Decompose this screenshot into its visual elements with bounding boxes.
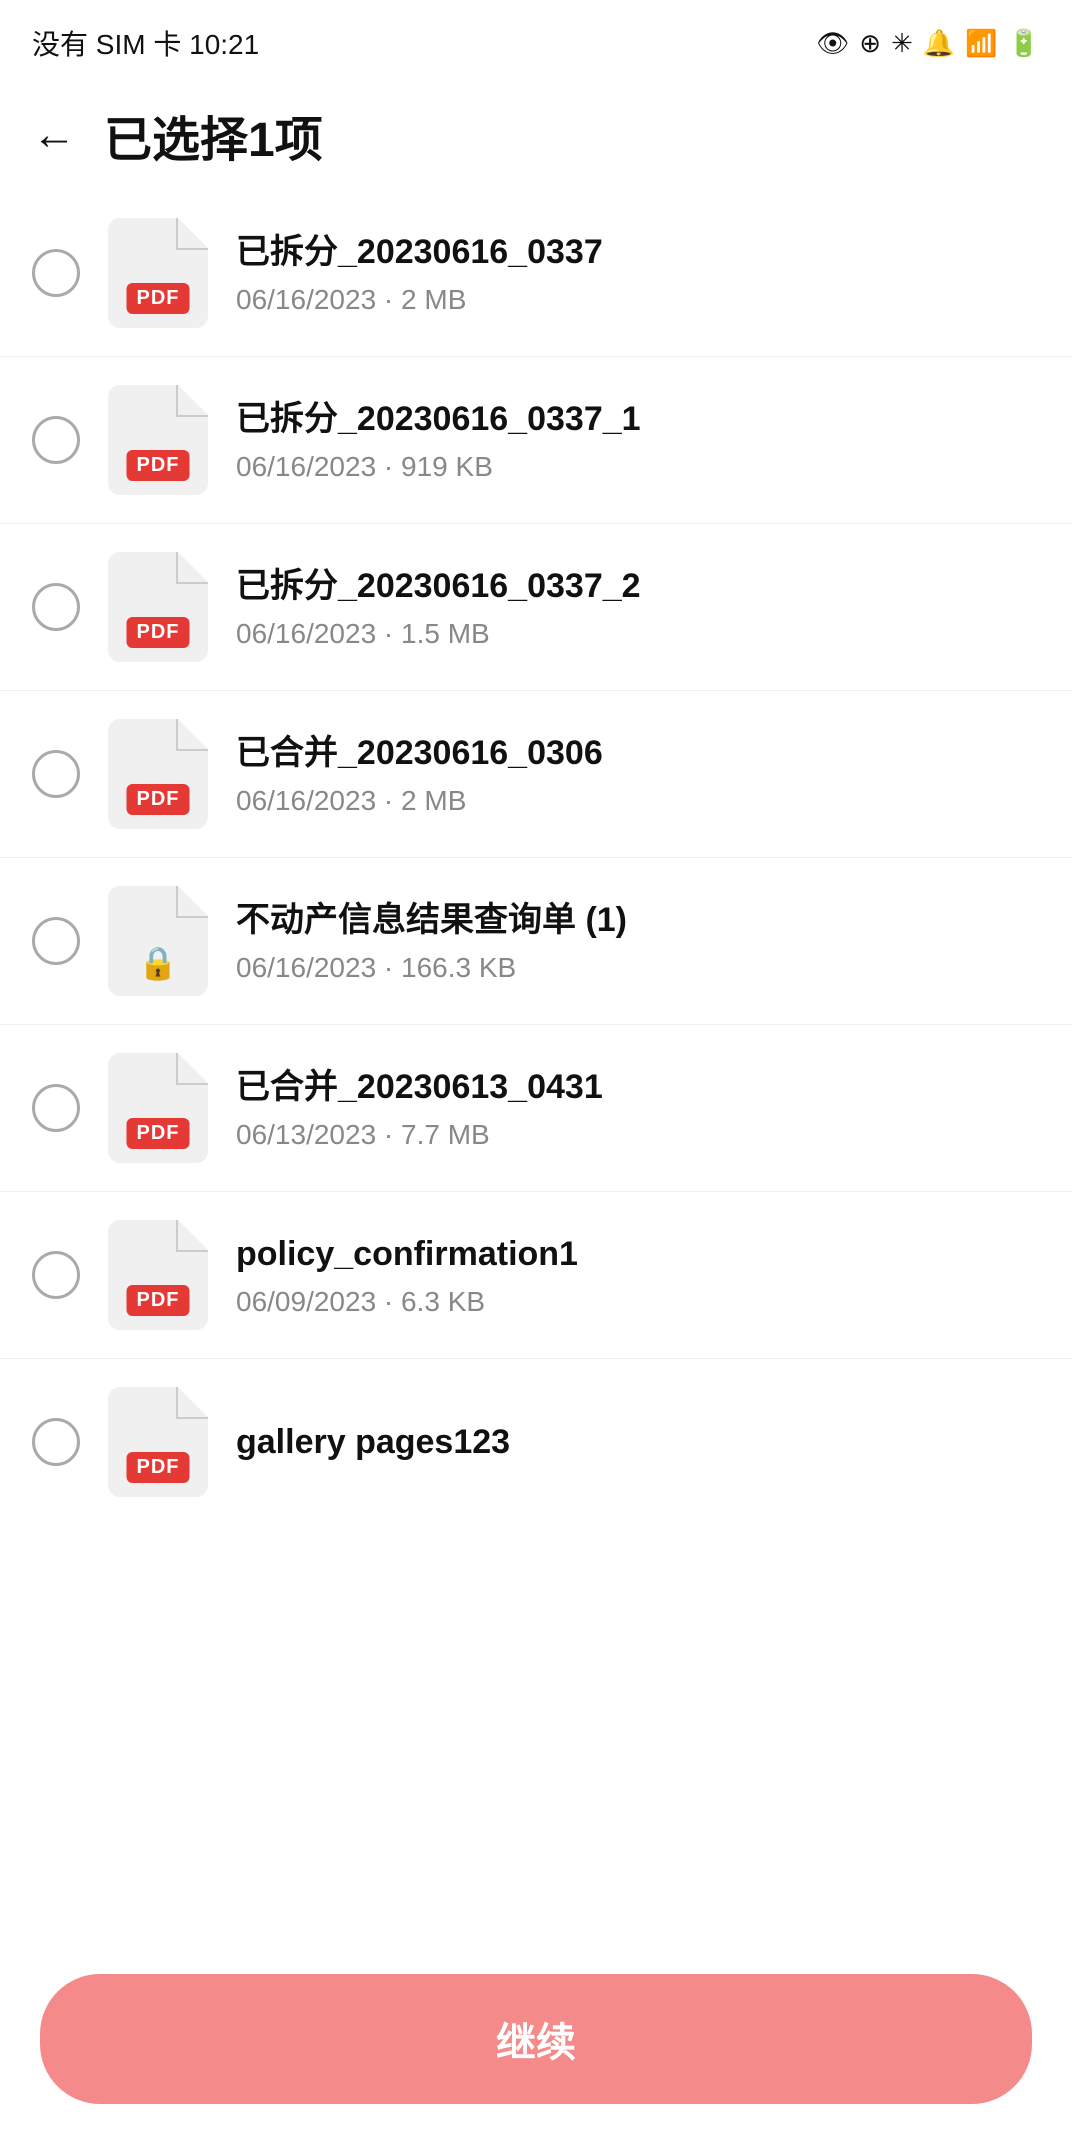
radio-button[interactable]: [32, 750, 80, 798]
list-item[interactable]: PDF gallery pages123: [0, 1359, 1072, 1525]
file-info: 已合并_20230613_0431 06/13/2023 · 7.7 MB: [236, 1065, 1040, 1151]
file-info: 已合并_20230616_0306 06/16/2023 · 2 MB: [236, 731, 1040, 817]
file-icon: PDF: [108, 218, 208, 328]
file-info: 已拆分_20230616_0337_1 06/16/2023 · 919 KB: [236, 397, 1040, 483]
lock-icon: 🔒: [138, 944, 178, 982]
list-item[interactable]: PDF 已合并_20230616_0306 06/16/2023 · 2 MB: [0, 691, 1072, 858]
file-icon: PDF: [108, 1220, 208, 1330]
file-info: gallery pages123: [236, 1420, 1040, 1464]
list-item[interactable]: PDF 已拆分_20230616_0337_2 06/16/2023 · 1.5 M…: [0, 524, 1072, 691]
file-icon: 🔒: [108, 886, 208, 996]
file-icon: PDF: [108, 1053, 208, 1163]
radio-button[interactable]: [32, 583, 80, 631]
pdf-badge: PDF: [127, 784, 190, 815]
file-info: 不动产信息结果查询单 (1) 06/16/2023 · 166.3 KB: [236, 898, 1040, 984]
file-name: 已拆分_20230616_0337_1: [236, 397, 1040, 441]
continue-button[interactable]: 继续: [40, 1974, 1032, 2104]
page-header: ← 已选择1项: [0, 80, 1072, 190]
radio-button[interactable]: [32, 1251, 80, 1299]
radio-button[interactable]: [32, 416, 80, 464]
pdf-badge: PDF: [127, 283, 190, 314]
page-title: 已选择1项: [104, 100, 323, 170]
pdf-badge: PDF: [127, 1285, 190, 1316]
pdf-badge: PDF: [127, 1118, 190, 1149]
file-name: 不动产信息结果查询单 (1): [236, 898, 1040, 942]
status-bar: 没有 SIM 卡 10:21 👁 ⊕ ✳ 🔔 📶 🔋: [0, 0, 1072, 80]
list-item[interactable]: PDF 已拆分_20230616_0337 06/16/2023 · 2 MB: [0, 190, 1072, 357]
radio-button[interactable]: [32, 1084, 80, 1132]
bottom-bar: 继续: [0, 1950, 1072, 2152]
list-item[interactable]: 🔒 不动产信息结果查询单 (1) 06/16/2023 · 166.3 KB: [0, 858, 1072, 1025]
eye-icon: 👁: [816, 28, 849, 59]
pdf-badge: PDF: [127, 1452, 190, 1483]
bluetooth-icon: ✳: [891, 28, 913, 59]
file-icon: PDF: [108, 719, 208, 829]
radio-button[interactable]: [32, 1418, 80, 1466]
file-icon: PDF: [108, 552, 208, 662]
list-item[interactable]: PDF 已拆分_20230616_0337_1 06/16/2023 · 919 K…: [0, 357, 1072, 524]
pdf-badge: PDF: [127, 617, 190, 648]
status-left-text: 没有 SIM 卡 10:21: [32, 23, 259, 63]
file-info: policy_confirmation1 06/09/2023 · 6.3 KB: [236, 1232, 1040, 1318]
list-item[interactable]: PDF 已合并_20230613_0431 06/13/2023 · 7.7 MB: [0, 1025, 1072, 1192]
pdf-badge: PDF: [127, 450, 190, 481]
file-name: 已拆分_20230616_0337: [236, 230, 1040, 274]
file-name: 已合并_20230613_0431: [236, 1065, 1040, 1109]
file-icon: PDF: [108, 385, 208, 495]
file-meta: 06/13/2023 · 7.7 MB: [236, 1119, 1040, 1151]
mute-icon: 🔔: [923, 28, 955, 59]
file-meta: 06/16/2023 · 919 KB: [236, 451, 1040, 483]
file-info: 已拆分_20230616_0337 06/16/2023 · 2 MB: [236, 230, 1040, 316]
radio-button[interactable]: [32, 917, 80, 965]
file-list: PDF已拆分_20230616_033706/16/2023 · 2 MBPDF…: [0, 190, 1072, 1525]
back-button[interactable]: ←: [24, 109, 84, 161]
file-meta: 06/09/2023 · 6.3 KB: [236, 1286, 1040, 1318]
battery-icon: 🔋: [1008, 28, 1040, 59]
file-info: 已拆分_20230616_0337_2 06/16/2023 · 1.5 MB: [236, 564, 1040, 650]
list-item[interactable]: PDF policy_confirmation1 06/09/2023 · 6.3 …: [0, 1192, 1072, 1359]
file-name: 已拆分_20230616_0337_2: [236, 564, 1040, 608]
file-name: 已合并_20230616_0306: [236, 731, 1040, 775]
file-meta: 06/16/2023 · 2 MB: [236, 284, 1040, 316]
status-right-icons: 👁 ⊕ ✳ 🔔 📶 🔋: [816, 28, 1040, 59]
file-name: gallery pages123: [236, 1420, 1040, 1464]
wifi-icon: 📶: [965, 28, 997, 59]
file-meta: 06/16/2023 · 1.5 MB: [236, 618, 1040, 650]
nfc-icon: ⊕: [859, 28, 881, 59]
radio-button[interactable]: [32, 249, 80, 297]
file-icon: PDF: [108, 1387, 208, 1497]
file-meta: 06/16/2023 · 166.3 KB: [236, 952, 1040, 984]
file-name: policy_confirmation1: [236, 1232, 1040, 1276]
file-meta: 06/16/2023 · 2 MB: [236, 785, 1040, 817]
